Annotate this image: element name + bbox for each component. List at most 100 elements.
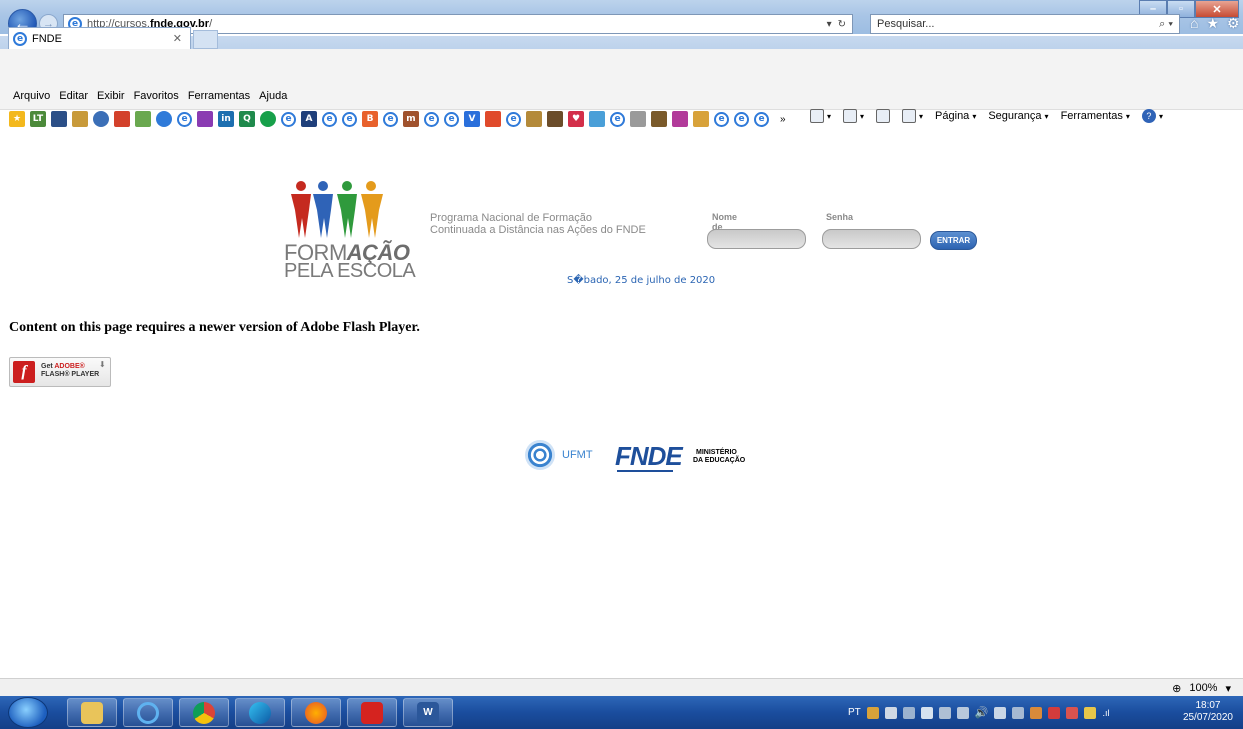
site-icon[interactable]: V <box>464 111 480 127</box>
site-icon[interactable]: A <box>301 111 317 127</box>
chevron-overflow-icon[interactable]: » <box>780 114 786 125</box>
search-icon[interactable]: ⌕ ▾ <box>1159 18 1173 31</box>
tab-fnde[interactable]: e FNDE ✕ <box>8 27 191 49</box>
ie-link-icon[interactable]: e <box>734 111 749 127</box>
gear-icon[interactable]: ⚙ <box>1227 15 1240 32</box>
search-placeholder: Pesquisar... <box>877 18 935 30</box>
ie-link-icon[interactable]: e <box>322 111 337 127</box>
chevron-down-icon[interactable]: ▾ <box>1225 682 1231 695</box>
site-icon[interactable] <box>672 111 688 127</box>
favorites-star-icon[interactable]: ★ <box>9 111 25 127</box>
taskbar-explorer[interactable] <box>67 698 117 727</box>
tray-app-icon[interactable] <box>938 706 951 719</box>
ie-link-icon[interactable]: e <box>177 111 192 127</box>
tray-app-icon[interactable] <box>1012 706 1025 719</box>
lt-icon[interactable]: LT <box>30 111 46 127</box>
menu-arquivo[interactable]: Arquivo <box>13 90 50 102</box>
favorites-star-icon[interactable]: ★ <box>1206 15 1219 32</box>
taskbar-acrobat[interactable] <box>347 698 397 727</box>
site-icon[interactable] <box>589 111 605 127</box>
home-command[interactable]: ▾ <box>810 109 831 123</box>
home-icon[interactable]: ⌂ <box>1190 15 1198 32</box>
tray-app-icon[interactable] <box>1066 706 1079 719</box>
search-input[interactable]: Pesquisar... ⌕ ▾ <box>870 14 1180 34</box>
language-indicator[interactable]: PT <box>848 707 861 718</box>
taskbar-word[interactable]: W <box>403 698 453 727</box>
site-icon[interactable]: Q <box>239 111 255 127</box>
site-icon[interactable] <box>197 111 213 127</box>
tray-app-icon[interactable] <box>994 706 1007 719</box>
site-icon[interactable]: m <box>403 111 419 127</box>
menu-editar[interactable]: Editar <box>59 90 88 102</box>
mail-icon <box>876 109 891 123</box>
help-icon: ? <box>1141 109 1156 123</box>
page-menu[interactable]: Página ▾ <box>935 110 976 122</box>
tab-label: FNDE <box>32 32 62 45</box>
ie-link-icon[interactable]: e <box>714 111 729 127</box>
address-tools: ▾ ↻ <box>827 19 846 30</box>
ie-link-icon[interactable]: e <box>754 111 769 127</box>
site-icon[interactable] <box>547 111 563 127</box>
menu-ferramentas[interactable]: Ferramentas <box>188 90 250 102</box>
ie-link-icon[interactable]: e <box>610 111 625 127</box>
app-icon[interactable] <box>51 111 67 127</box>
password-field[interactable] <box>822 229 921 249</box>
login-button[interactable]: ENTRAR <box>930 231 977 250</box>
taskbar-edge[interactable] <box>235 698 285 727</box>
start-button[interactable] <box>8 697 48 728</box>
ie-link-icon[interactable]: e <box>281 111 296 127</box>
help-menu[interactable]: ? ▾ <box>1141 109 1163 123</box>
tray-app-icon[interactable] <box>920 706 933 719</box>
ie-link-icon[interactable]: e <box>383 111 398 127</box>
clock[interactable]: 18:07 25/07/2020 <box>1183 700 1233 724</box>
globe-icon[interactable] <box>93 111 109 127</box>
site-icon[interactable] <box>260 111 276 127</box>
heart-icon[interactable]: ♥ <box>568 111 584 127</box>
ie-link-icon[interactable]: e <box>444 111 459 127</box>
firefox-icon <box>305 701 327 724</box>
site-icon[interactable] <box>72 111 88 127</box>
ie-link-icon[interactable]: e <box>424 111 439 127</box>
refresh-icon[interactable]: ↻ <box>838 19 846 30</box>
tray-app-icon[interactable] <box>866 706 879 719</box>
username-field[interactable] <box>707 229 806 249</box>
site-icon[interactable] <box>135 111 151 127</box>
word-icon: W <box>417 701 439 724</box>
site-icon[interactable] <box>630 111 646 127</box>
signal-icon[interactable]: .ıl <box>1102 708 1109 718</box>
tray-app-icon[interactable] <box>902 706 915 719</box>
security-menu[interactable]: Segurança ▾ <box>988 110 1048 122</box>
windows-icon[interactable] <box>485 111 501 127</box>
ie-link-icon[interactable]: e <box>342 111 357 127</box>
linkedin-icon[interactable]: in <box>218 111 234 127</box>
blogger-icon[interactable]: B <box>362 111 378 127</box>
dropdown-icon[interactable]: ▾ <box>827 19 832 30</box>
site-icon[interactable] <box>526 111 542 127</box>
new-tab-button[interactable] <box>193 30 218 49</box>
ie-link-icon[interactable]: e <box>506 111 521 127</box>
tray-app-icon[interactable] <box>1048 706 1061 719</box>
site-icon[interactable] <box>114 111 130 127</box>
taskbar-ie[interactable] <box>123 698 173 727</box>
tray-keyboard-icon[interactable] <box>884 706 897 719</box>
menu-ajuda[interactable]: Ajuda <box>259 90 287 102</box>
tray-app-icon[interactable] <box>1084 706 1097 719</box>
tray-app-icon[interactable] <box>1030 706 1043 719</box>
get-flash-player-button[interactable]: f Get ADOBE® FLASH® PLAYER ⬇ <box>9 357 111 387</box>
site-icon[interactable] <box>156 111 172 127</box>
zoom-control[interactable]: ⊕ 100% ▾ <box>1172 682 1231 695</box>
volume-icon[interactable]: 🔊 <box>975 706 989 719</box>
taskbar-firefox[interactable] <box>291 698 341 727</box>
mail-command[interactable] <box>876 109 891 123</box>
print-command[interactable]: ▾ <box>902 109 923 123</box>
close-tab-icon[interactable]: ✕ <box>173 32 182 45</box>
menu-favoritos[interactable]: Favoritos <box>134 90 179 102</box>
tools-menu[interactable]: Ferramentas ▾ <box>1061 110 1130 122</box>
menu-exibir[interactable]: Exibir <box>97 90 125 102</box>
tray-app-icon[interactable] <box>956 706 969 719</box>
site-icon[interactable] <box>651 111 667 127</box>
taskbar-chrome[interactable] <box>179 698 229 727</box>
site-icon[interactable] <box>693 111 709 127</box>
feeds-command[interactable]: ▾ <box>843 109 864 123</box>
fnde-underline <box>617 470 673 472</box>
